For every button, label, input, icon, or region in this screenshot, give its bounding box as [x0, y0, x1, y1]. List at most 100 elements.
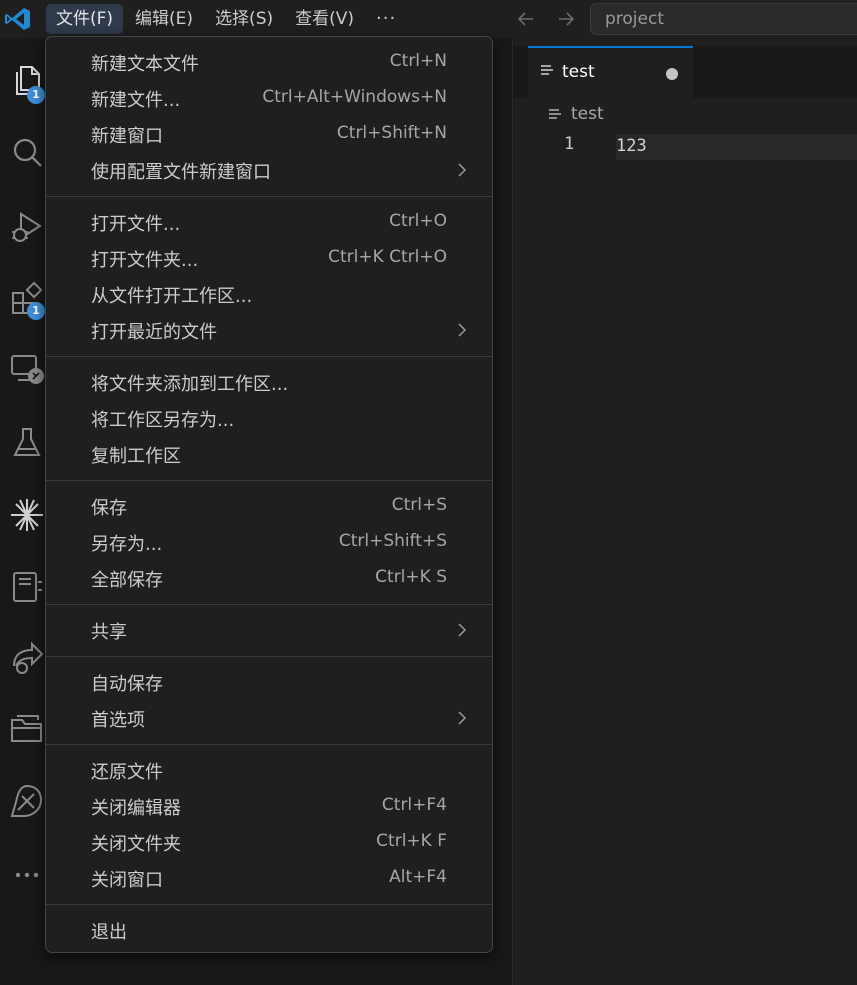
menu-item[interactable]: 将工作区另存为... — [46, 401, 492, 435]
remote-explorer-icon[interactable] — [8, 350, 46, 388]
more-menus-button[interactable]: ··· — [366, 4, 406, 34]
breadcrumb[interactable]: test — [571, 104, 604, 124]
menu-item-label: 共享 — [91, 622, 127, 643]
menu-item-label: 新建文件... — [91, 90, 181, 111]
menu-file[interactable]: 文件(F) — [46, 4, 124, 34]
extensions-badge: 1 — [27, 302, 45, 320]
menu-item-shortcut: Ctrl+F4 — [381, 795, 447, 815]
chevron-right-icon — [458, 711, 467, 725]
tab-test[interactable]: test — [528, 46, 693, 98]
menu-item-label: 从文件打开工作区... — [91, 286, 253, 307]
vscode-logo-icon[interactable] — [4, 6, 32, 32]
search-icon[interactable] — [8, 134, 46, 172]
menu-separator — [46, 904, 492, 905]
menu-item-label: 保存 — [91, 498, 127, 519]
command-center-search[interactable]: project — [590, 3, 857, 35]
copilot-spark-icon[interactable] — [8, 496, 46, 534]
menu-separator — [46, 604, 492, 605]
menu-item[interactable]: 还原文件 — [46, 753, 492, 787]
live-share-icon[interactable] — [8, 638, 46, 676]
menu-item[interactable]: 打开文件夹... Ctrl+K Ctrl+O — [46, 241, 492, 275]
menu-item-shortcut: Ctrl+Shift+S — [338, 531, 447, 551]
menu-bar: 文件(F) 编辑(E) 选择(S) 查看(V) ··· — [46, 4, 406, 34]
code-line-text: 123 — [616, 136, 647, 156]
menu-item[interactable]: 使用配置文件新建窗口 — [46, 153, 492, 187]
menu-separator — [46, 480, 492, 481]
menu-item[interactable]: 新建文件... Ctrl+Alt+Windows+N — [46, 81, 492, 115]
back-arrow-icon[interactable] — [515, 8, 537, 30]
run-debug-icon[interactable] — [8, 208, 46, 246]
chevron-right-icon — [458, 323, 467, 337]
menu-item-label: 退出 — [91, 922, 127, 943]
menu-item-label: 新建窗口 — [91, 126, 163, 147]
title-bar: 文件(F) 编辑(E) 选择(S) 查看(V) ··· project — [0, 0, 857, 38]
chevron-right-icon — [458, 163, 467, 177]
testing-flask-icon[interactable] — [8, 424, 46, 462]
unsaved-dot-icon[interactable] — [666, 68, 678, 80]
menu-item-label: 新建文本文件 — [91, 54, 199, 75]
menu-separator — [46, 196, 492, 197]
menu-item-shortcut: Alt+F4 — [389, 867, 447, 887]
menu-item-shortcut: Ctrl+S — [391, 495, 447, 515]
menu-item-shortcut: Ctrl+Shift+N — [336, 123, 447, 143]
menu-item[interactable]: 退出 — [46, 913, 492, 947]
current-line[interactable]: 123 — [616, 134, 857, 160]
menu-item-shortcut: Ctrl+K F — [376, 831, 447, 851]
menu-item-label: 关闭文件夹 — [91, 834, 181, 855]
menu-item-label: 还原文件 — [91, 762, 163, 783]
command-center-text: project — [605, 9, 665, 29]
menu-separator — [46, 656, 492, 657]
menu-item[interactable]: 新建文本文件 Ctrl+N — [46, 45, 492, 79]
menu-item[interactable]: 新建窗口 Ctrl+Shift+N — [46, 117, 492, 151]
menu-item-label: 打开最近的文件 — [91, 322, 217, 343]
menu-item-label: 关闭窗口 — [91, 870, 163, 891]
menu-view[interactable]: 查看(V) — [285, 4, 364, 34]
menu-item[interactable]: 保存 Ctrl+S — [46, 489, 492, 523]
menu-item[interactable]: 打开最近的文件 — [46, 313, 492, 347]
breadcrumb-file-icon — [549, 109, 561, 119]
menu-item-label: 全部保存 — [91, 570, 163, 591]
menu-item-shortcut: Ctrl+K S — [375, 567, 447, 587]
menu-item-shortcut: Ctrl+O — [389, 211, 447, 231]
tab-label: test — [562, 62, 595, 82]
menu-item[interactable]: 关闭文件夹 Ctrl+K F — [46, 825, 492, 859]
menu-item-label: 关闭编辑器 — [91, 798, 181, 819]
menu-item-label: 将工作区另存为... — [91, 410, 235, 431]
menu-item-label: 将文件夹添加到工作区... — [91, 374, 289, 395]
menu-item[interactable]: 全部保存 Ctrl+K S — [46, 561, 492, 595]
menu-item[interactable]: 从文件打开工作区... — [46, 277, 492, 311]
menu-item-label: 复制工作区 — [91, 446, 181, 467]
menu-item[interactable]: 关闭编辑器 Ctrl+F4 — [46, 789, 492, 823]
menu-item[interactable]: 将文件夹添加到工作区... — [46, 365, 492, 399]
menu-item-label: 使用配置文件新建窗口 — [91, 162, 271, 183]
file-menu: 新建文本文件 Ctrl+N 新建文件... Ctrl+Alt+Windows+N 新建窗… — [45, 36, 493, 953]
line-number: 1 — [564, 134, 575, 154]
explorer-badge: 1 — [27, 86, 45, 104]
menu-item-label: 自动保存 — [91, 674, 163, 695]
forward-arrow-icon[interactable] — [555, 8, 577, 30]
menu-item-shortcut: Ctrl+K Ctrl+O — [328, 247, 447, 267]
menu-item-label: 打开文件夹... — [91, 250, 199, 271]
menu-item[interactable]: 另存为... Ctrl+Shift+S — [46, 525, 492, 559]
menu-item[interactable]: 打开文件... Ctrl+O — [46, 205, 492, 239]
menu-edit[interactable]: 编辑(E) — [125, 4, 203, 34]
editor-area: test test 1 123 — [514, 38, 857, 985]
menu-item-label: 另存为... — [91, 534, 163, 555]
menu-item-label: 首选项 — [91, 710, 145, 731]
kubernetes-icon[interactable] — [8, 782, 46, 820]
menu-item[interactable]: 自动保存 — [46, 665, 492, 699]
more-views-icon[interactable] — [8, 856, 46, 894]
menu-item[interactable]: 复制工作区 — [46, 437, 492, 471]
notebook-icon[interactable] — [8, 568, 46, 606]
chevron-right-icon — [458, 623, 467, 637]
text-file-icon — [541, 65, 553, 75]
editor-tabs: test — [514, 46, 857, 98]
folder-icon[interactable] — [8, 710, 46, 748]
menu-item-shortcut: Ctrl+N — [389, 51, 447, 71]
menu-selection[interactable]: 选择(S) — [205, 4, 283, 34]
menu-item-shortcut: Ctrl+Alt+Windows+N — [262, 87, 447, 107]
menu-item[interactable]: 首选项 — [46, 701, 492, 735]
menu-item[interactable]: 共享 — [46, 613, 492, 647]
menu-item-label: 打开文件... — [91, 214, 181, 235]
menu-item[interactable]: 关闭窗口 Alt+F4 — [46, 861, 492, 895]
